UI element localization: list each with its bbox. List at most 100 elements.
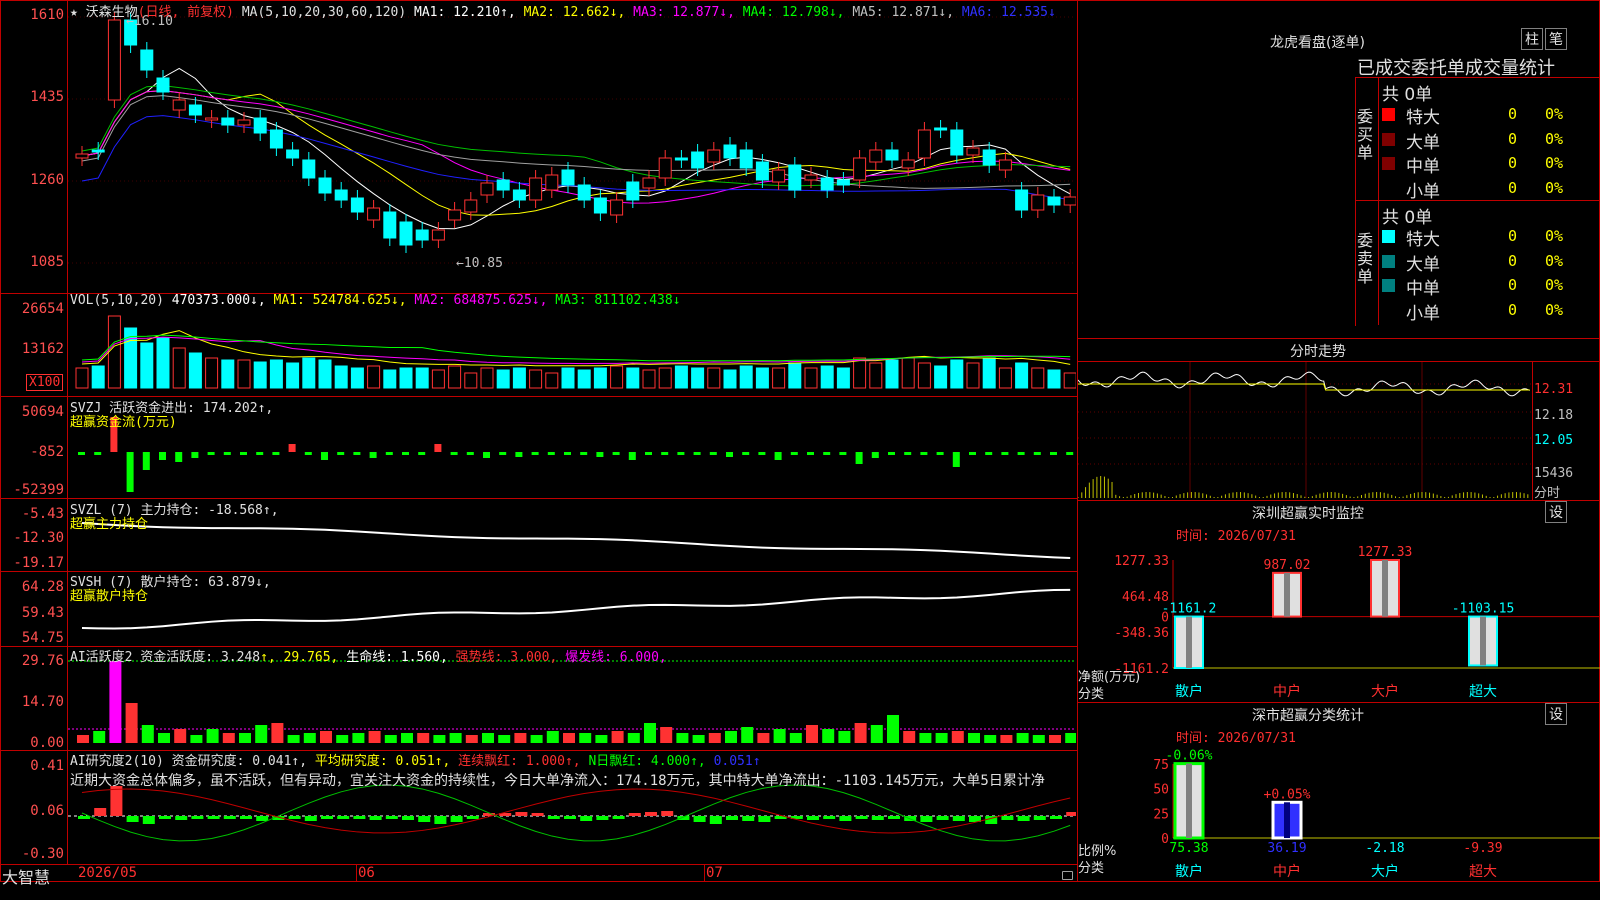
activity-bar bbox=[498, 735, 511, 743]
volume-bar bbox=[869, 362, 883, 389]
sz-class-bar[interactable] bbox=[1271, 800, 1303, 840]
fund-flow-bar bbox=[709, 452, 717, 455]
candle-body[interactable] bbox=[658, 157, 672, 179]
candle-body[interactable] bbox=[739, 149, 753, 169]
candle-body[interactable] bbox=[334, 189, 348, 201]
vol-unit-badge[interactable]: X100 bbox=[26, 374, 64, 391]
candle-body[interactable] bbox=[1047, 196, 1061, 206]
fund-flow-bar bbox=[256, 452, 264, 455]
sz-monitor-value-label: 987.02 bbox=[1264, 558, 1311, 573]
sz-monitor-bar[interactable] bbox=[1370, 559, 1400, 618]
candle-body[interactable] bbox=[188, 104, 202, 116]
sz-class-chart[interactable]: 755025075.38散户36.19中户-2.18大户-9.39超大-0.06… bbox=[1077, 742, 1600, 882]
candlestick-chart[interactable] bbox=[68, 0, 1076, 292]
tick-mode-button[interactable]: 笔 bbox=[1545, 28, 1567, 50]
candle-body[interactable] bbox=[237, 119, 251, 126]
candle-body[interactable] bbox=[512, 189, 526, 201]
candle-body[interactable] bbox=[966, 147, 980, 156]
sz-class-bar[interactable] bbox=[1173, 762, 1205, 840]
ma4-value: MA4: 12.798↓, bbox=[742, 5, 845, 20]
research-red-line bbox=[81, 788, 1071, 834]
candle-body[interactable] bbox=[399, 221, 413, 246]
candle-body[interactable] bbox=[302, 159, 316, 179]
candle-body[interactable] bbox=[869, 149, 883, 163]
candle-body[interactable] bbox=[318, 177, 332, 194]
research-bar bbox=[369, 816, 382, 820]
volume-bar bbox=[334, 365, 348, 389]
candle-body[interactable] bbox=[221, 117, 235, 126]
candle-body[interactable] bbox=[820, 177, 834, 191]
sz-class-settings-button[interactable]: 设 bbox=[1545, 703, 1567, 725]
candle-body[interactable] bbox=[561, 169, 575, 186]
y-label-price: 1085 bbox=[30, 254, 64, 270]
candle-body[interactable] bbox=[998, 159, 1012, 171]
candle-body[interactable] bbox=[950, 129, 964, 156]
intraday-chart[interactable] bbox=[1078, 362, 1532, 498]
candle-body[interactable] bbox=[917, 129, 931, 159]
brand-label[interactable]: 大智慧 bbox=[2, 864, 50, 888]
research-bar bbox=[418, 816, 431, 822]
candle-body[interactable] bbox=[448, 209, 462, 221]
candle-body[interactable] bbox=[836, 179, 850, 186]
candle-body[interactable] bbox=[350, 197, 364, 213]
candle-body[interactable] bbox=[788, 164, 802, 191]
candle-body[interactable] bbox=[901, 159, 915, 169]
sz-monitor-chart[interactable]: 1277.33464.480-348.36-1161.2-1161.2散户987… bbox=[1077, 540, 1600, 700]
candle-body[interactable] bbox=[707, 149, 721, 163]
candle-body[interactable] bbox=[804, 174, 818, 181]
candle-body[interactable] bbox=[934, 127, 948, 131]
candle-body[interactable] bbox=[674, 157, 688, 161]
candle-body[interactable] bbox=[772, 169, 786, 183]
candle-body[interactable] bbox=[642, 177, 656, 189]
candle-body[interactable] bbox=[610, 199, 624, 216]
candle-body[interactable] bbox=[383, 211, 397, 239]
candle-body[interactable] bbox=[480, 182, 494, 196]
candle-body[interactable] bbox=[415, 229, 429, 241]
candle-body[interactable] bbox=[367, 207, 381, 221]
candle-body[interactable] bbox=[107, 19, 121, 101]
candle-body[interactable] bbox=[885, 149, 899, 161]
intraday-right-axis bbox=[1532, 362, 1533, 500]
sz-monitor-settings-button[interactable]: 设 bbox=[1545, 501, 1567, 523]
candle-body[interactable] bbox=[269, 129, 283, 149]
candle-body[interactable] bbox=[91, 149, 105, 153]
candle-body[interactable] bbox=[529, 177, 543, 201]
volume-chart[interactable] bbox=[68, 294, 1076, 396]
candle-body[interactable] bbox=[982, 149, 996, 166]
candle-body[interactable] bbox=[205, 117, 219, 121]
bar-mode-button[interactable]: 柱 bbox=[1521, 28, 1543, 50]
volume-bar bbox=[820, 365, 834, 389]
candle-body[interactable] bbox=[545, 174, 559, 191]
candle-body[interactable] bbox=[75, 153, 89, 159]
candle-body[interactable] bbox=[1015, 189, 1029, 211]
candle-body[interactable] bbox=[691, 151, 705, 169]
candle-body[interactable] bbox=[1063, 196, 1076, 206]
candle-body[interactable] bbox=[156, 77, 170, 93]
activity-bar bbox=[93, 731, 106, 743]
candle-body[interactable] bbox=[626, 181, 640, 201]
candle-body[interactable] bbox=[172, 99, 186, 111]
candle-body[interactable] bbox=[853, 157, 867, 181]
volume-bar bbox=[302, 357, 316, 389]
candle-body[interactable] bbox=[755, 161, 769, 181]
y-label-ai-activity: 14.70 bbox=[21, 694, 64, 710]
sz-monitor-bar[interactable] bbox=[1272, 571, 1302, 618]
candle-body[interactable] bbox=[1031, 194, 1045, 211]
candle-body[interactable] bbox=[253, 117, 267, 134]
candle-body[interactable] bbox=[723, 144, 737, 159]
candle-body[interactable] bbox=[286, 149, 300, 159]
research-bar bbox=[466, 816, 479, 819]
activity-bar bbox=[611, 731, 624, 743]
fund-flow-bar bbox=[726, 452, 733, 457]
candle-body[interactable] bbox=[431, 229, 445, 241]
candle-body[interactable] bbox=[140, 49, 154, 71]
sz-monitor-bar[interactable] bbox=[1174, 615, 1204, 669]
volume-bar bbox=[934, 365, 948, 389]
volume-bar bbox=[642, 369, 656, 389]
candle-body[interactable] bbox=[496, 179, 510, 191]
lock-icon[interactable] bbox=[1062, 871, 1073, 880]
sz-monitor-bar[interactable] bbox=[1468, 615, 1498, 667]
candle-body[interactable] bbox=[577, 184, 591, 201]
candle-body[interactable] bbox=[464, 199, 478, 213]
candle-body[interactable] bbox=[593, 197, 607, 214]
